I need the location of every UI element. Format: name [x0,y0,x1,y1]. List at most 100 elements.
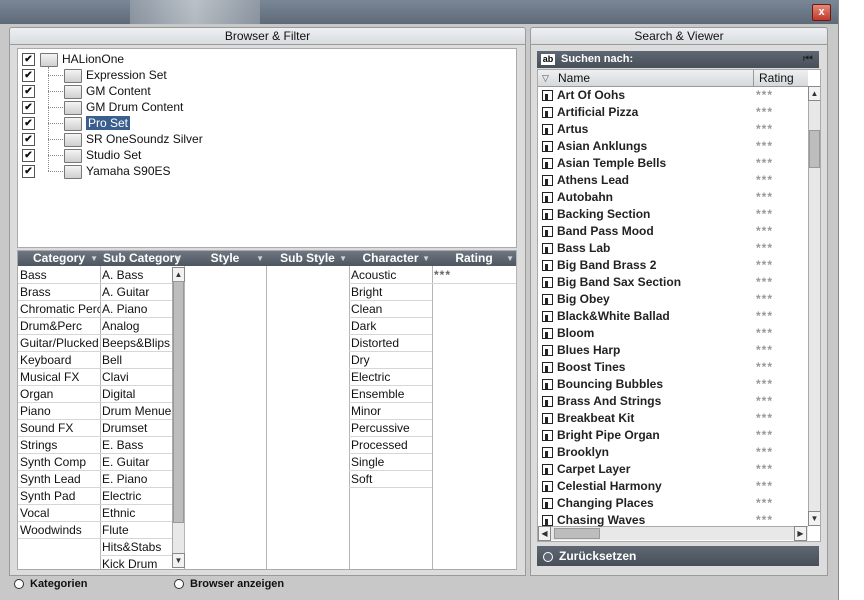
tree-checkbox[interactable]: ✔ [22,53,35,66]
filter-column-header[interactable]: Sub Style ▼ [266,251,349,266]
result-row[interactable]: Brass And Strings *** [538,393,808,410]
scroll-thumb[interactable] [809,130,820,168]
result-row[interactable]: Big Obey *** [538,291,808,308]
filter-item[interactable]: Beeps&Blips [100,335,172,352]
dropdown-arrow-icon[interactable]: ▼ [256,251,264,266]
result-row[interactable]: Asian Temple Bells *** [538,155,808,172]
filter-item[interactable]: *** [432,267,516,284]
filter-item[interactable]: Electric [349,369,432,386]
result-row[interactable]: Changing Places *** [538,495,808,512]
scroll-up-icon[interactable]: ▲ [808,86,820,101]
show-browser-radio[interactable] [174,579,184,590]
result-row[interactable]: Carpet Layer *** [538,461,808,478]
result-row[interactable]: Athens Lead *** [538,172,808,189]
tree-checkbox[interactable]: ✔ [22,69,35,82]
result-row[interactable]: Bass Lab *** [538,240,808,257]
filter-item[interactable]: Bell [100,352,172,369]
filter-item[interactable]: Synth Comp [18,454,100,471]
filter-item[interactable]: E. Guitar [100,454,172,471]
result-row[interactable]: Bouncing Bubbles *** [538,376,808,393]
search-field[interactable]: ab Suchen nach: [537,51,819,68]
filter-item[interactable]: Piano [18,403,100,420]
result-row[interactable]: Asian Anklungs *** [538,138,808,155]
hscroll-thumb[interactable] [554,528,600,539]
filter-item[interactable]: Synth Pad [18,488,100,505]
results-scrollbar[interactable]: ▲ ▼ [808,86,820,526]
tree-item[interactable]: GM Content [86,83,151,99]
filter-item[interactable]: E. Piano [100,471,172,488]
filter-item[interactable]: Dry [349,352,432,369]
scroll-thumb[interactable] [173,281,184,523]
filter-item[interactable]: A. Guitar [100,284,172,301]
filter-item[interactable]: Minor [349,403,432,420]
result-row[interactable]: Celestial Harmony *** [538,478,808,495]
filter-item[interactable]: E. Bass [100,437,172,454]
dropdown-arrow-icon[interactable]: ▼ [90,251,98,266]
filter-item[interactable]: Clean [349,301,432,318]
tree-checkbox[interactable]: ✔ [22,117,35,130]
filter-item[interactable]: Musical FX [18,369,100,386]
filter-item[interactable]: Drum&Perc [18,318,100,335]
result-row[interactable]: Artus *** [538,121,808,138]
filter-item[interactable]: Processed [349,437,432,454]
filter-column-header[interactable]: Category ▼ [18,251,100,266]
tree-checkbox[interactable]: ✔ [22,85,35,98]
filter-column-header[interactable]: Character ▼ [349,251,432,266]
filter-item[interactable]: Drumset [100,420,172,437]
tree-item[interactable]: Pro Set [86,115,131,131]
result-row[interactable]: Bright Pipe Organ *** [538,427,808,444]
filter-item[interactable]: Strings [18,437,100,454]
filter-item[interactable]: Vocal [18,505,100,522]
result-row[interactable]: Chasing Waves *** [538,512,808,529]
result-row[interactable]: Big Band Brass 2 *** [538,257,808,274]
filter-item[interactable]: Flute [100,522,172,539]
scroll-down-icon[interactable]: ▼ [808,511,820,526]
tree-checkbox[interactable]: ✔ [22,101,35,114]
filter-item[interactable]: Ensemble [349,386,432,403]
filter-item[interactable]: Clavi [100,369,172,386]
filter-item[interactable]: Organ [18,386,100,403]
filter-item[interactable]: Bright [349,284,432,301]
close-button[interactable]: x [812,4,831,21]
dropdown-arrow-icon[interactable]: ▼ [422,251,430,266]
result-row[interactable]: Bloom *** [538,325,808,342]
result-row[interactable]: Artificial Pizza *** [538,104,808,121]
filter-item[interactable]: Digital [100,386,172,403]
result-row[interactable]: Big Band Sax Section *** [538,274,808,291]
filter-item[interactable]: Keyboard [18,352,100,369]
filter-item[interactable]: Hits&Stabs [100,539,172,556]
option-categories[interactable]: Kategorien [14,577,87,591]
filter-item[interactable]: Analog [100,318,172,335]
filter-item[interactable]: Bass [18,267,100,284]
filter-item[interactable]: Chromatic Perc [18,301,100,318]
filter-item[interactable]: Drum Menues [100,403,172,420]
filter-column-header[interactable]: Style ▼ [184,251,266,266]
filter-item[interactable]: A. Piano [100,301,172,318]
tree-checkbox[interactable]: ✔ [22,149,35,162]
tree-item[interactable]: Expression Set [86,67,167,83]
filter-item[interactable]: Kick Drum [100,556,172,573]
filter-item[interactable]: A. Bass [100,267,172,284]
filter-item[interactable]: Guitar/Plucked [18,335,100,352]
tree-item[interactable]: SR OneSoundz Silver [86,131,203,147]
filter-item[interactable]: Soft [349,471,432,488]
rewind-icon[interactable]: ⏮ [797,51,819,68]
result-row[interactable]: Blues Harp *** [538,342,808,359]
tree-checkbox[interactable]: ✔ [22,165,35,178]
filter-column-header[interactable]: Sub Category ▼ [100,251,184,266]
option-show-browser[interactable]: Browser anzeigen [174,577,284,591]
filter-column-header[interactable]: Rating ▼ [432,251,516,266]
filter-item[interactable]: Dark [349,318,432,335]
column-rating[interactable]: Rating [759,70,794,86]
filter-item[interactable]: Synth Lead [18,471,100,488]
tree-item[interactable]: Studio Set [86,147,141,163]
dropdown-arrow-icon[interactable]: ▼ [506,251,514,266]
filter-item[interactable]: Acoustic [349,267,432,284]
result-row[interactable]: Brooklyn *** [538,444,808,461]
result-row[interactable]: Black&White Ballad *** [538,308,808,325]
sort-icon[interactable]: ▽ [542,70,549,86]
result-row[interactable]: Backing Section *** [538,206,808,223]
tree-checkbox[interactable]: ✔ [22,133,35,146]
filter-item[interactable]: Brass [18,284,100,301]
tree-root[interactable]: HALionOne [62,51,124,67]
